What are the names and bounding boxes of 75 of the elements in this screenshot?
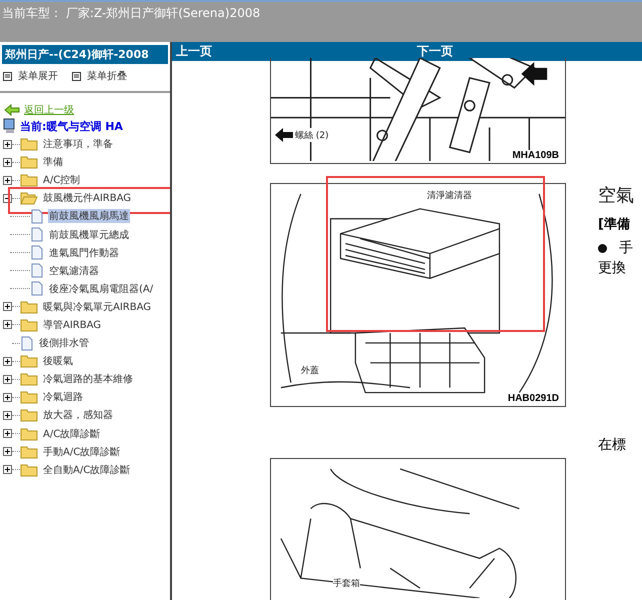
folder-icon (20, 191, 38, 206)
tree-item[interactable]: 前鼓風機單元總成 (48, 228, 130, 242)
previous-page-link[interactable]: 上一页 (176, 43, 212, 60)
tree-item[interactable]: 冷氣迴路的基本維修 (42, 372, 134, 386)
expander-icon[interactable] (3, 392, 12, 402)
tree-item[interactable]: A/C故障診斷 (42, 426, 102, 441)
computer-icon (3, 118, 17, 134)
document-icon (30, 208, 44, 224)
window-title: 当前车型： 厂家:Z-郑州日产御轩(Serena)2008 (1, 5, 260, 22)
folder-icon (20, 173, 38, 188)
figure-code: MHA109B (510, 150, 559, 161)
menu-toggle-button[interactable]: 菜单折叠 (72, 69, 127, 83)
menu-toggle-button[interactable]: 菜单展开 (3, 69, 58, 83)
folder-icon (20, 318, 38, 332)
tree-item[interactable]: 前鼓風機風扇馬達 (48, 209, 130, 224)
tree-item[interactable]: 進氣風門作動器 (48, 246, 120, 260)
folder-icon (20, 137, 38, 152)
expander-icon[interactable] (3, 320, 12, 330)
document-icon (30, 245, 44, 260)
body-text: 手 (619, 239, 633, 257)
tree-item[interactable]: 注意事項，準备 (42, 137, 114, 152)
document-icon (30, 263, 44, 278)
folder-icon (20, 354, 38, 368)
tree-item[interactable]: 後側排水管 (38, 336, 90, 350)
body-text: 更換 (598, 259, 627, 277)
callout-label: 手套箱 (333, 577, 360, 590)
folder-icon (20, 390, 38, 404)
document-icon (20, 336, 34, 351)
folder-icon (20, 462, 38, 477)
folder-icon (20, 426, 38, 441)
expander-icon[interactable] (3, 465, 12, 474)
tree-item[interactable]: A/C控制 (42, 173, 82, 188)
expander-icon[interactable] (3, 447, 12, 456)
tree-item[interactable]: 鼓風機元件AIRBAG (42, 191, 132, 206)
menu-icon (3, 72, 12, 80)
arrow-icon (275, 128, 293, 142)
tree-item[interactable]: 暖氣與冷氣單元AIRBAG (42, 300, 152, 314)
tree-item[interactable]: 後暖氣 (42, 354, 74, 368)
menu-icon (72, 72, 81, 80)
expander-icon[interactable] (3, 374, 12, 384)
expander-icon[interactable] (3, 176, 12, 185)
tree-item[interactable]: 手動A/C故障診斷 (42, 444, 122, 459)
callout-label: 外蓋 (301, 364, 319, 377)
sidebar-header: 郑州日产--(C24)御轩-2008 (2, 45, 168, 64)
back-link[interactable]: 返回上一级 (24, 103, 74, 117)
figure-code: HAB0291D (506, 393, 559, 404)
tree-item[interactable]: 空氣濾清器 (48, 264, 100, 278)
folder-icon (20, 444, 38, 459)
folder-icon (20, 408, 38, 422)
folder-icon (20, 300, 38, 314)
document-icon (30, 227, 44, 242)
callout-label: 清淨濾清器 (427, 189, 472, 202)
document-icon (30, 281, 44, 296)
section-heading: 空氣 (598, 184, 634, 207)
expander-icon[interactable] (3, 140, 12, 149)
subheading: [準備 (598, 216, 631, 233)
current-section: 当前:暖气与空调 HA (20, 118, 123, 134)
expander-icon[interactable] (3, 429, 12, 438)
tree-item[interactable]: 冷氣迴路 (42, 390, 84, 404)
expander-icon[interactable] (3, 356, 12, 366)
expander-icon[interactable] (3, 158, 12, 167)
body-text: 在標 (598, 436, 626, 454)
tree-item[interactable]: 後座冷氣風扇電阻器(A/ (48, 282, 154, 296)
callout-label: 螺絲 (2) (295, 130, 329, 142)
folder-icon (20, 155, 38, 170)
tree-item[interactable]: 全自動A/C故障診斷 (42, 462, 132, 477)
next-page-link[interactable]: 下一页 (417, 43, 453, 60)
tree-item[interactable]: 放大器，感知器 (42, 408, 114, 422)
expander-icon[interactable] (3, 302, 12, 312)
tree-item[interactable]: 導管AIRBAG (42, 318, 102, 332)
expander-icon[interactable] (3, 410, 12, 420)
tree-item[interactable]: 準備 (42, 155, 64, 170)
folder-icon (20, 372, 38, 386)
back-arrow-icon (4, 104, 20, 116)
bullet-icon (598, 244, 607, 252)
